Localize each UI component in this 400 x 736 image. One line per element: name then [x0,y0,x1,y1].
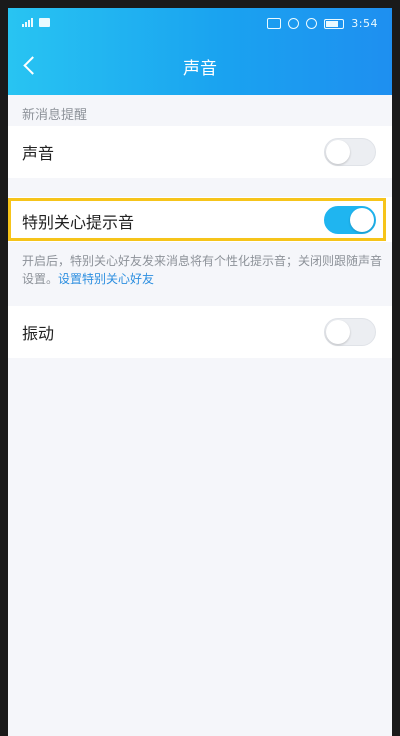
battery-icon [324,18,345,29]
toggle-knob [350,208,374,232]
toggle-knob [326,320,350,344]
status-bar: 3:54 [8,8,392,38]
row-vibrate-label: 振动 [22,324,55,343]
page-title: 声音 [183,59,217,79]
notification-icon [39,17,50,27]
alarm-icon [288,18,300,29]
vibrate-toggle[interactable] [324,318,376,346]
status-right: 3:54 [267,17,378,30]
row-special-care-label: 特别关心提示音 [22,213,135,232]
description-text: 开启后，特别关心好友发来消息将有个性化提示音；关闭则跟随声音设置。设置特别关心好… [22,252,382,288]
signal-icon [22,17,33,27]
row-sound-label: 声音 [22,144,55,163]
status-left [22,17,50,27]
mute-icon [306,18,318,29]
row-vibrate: 振动 [8,306,392,358]
toggle-knob [326,140,350,164]
sound-toggle[interactable] [324,138,376,166]
section-label: 新消息提醒 [22,108,88,123]
header-bar: 3:54 声音 [8,8,392,95]
vibrate-icon [267,18,282,29]
set-special-friends-link[interactable]: 设置特别关心好友 [58,272,154,286]
row-sound: 声音 [8,126,392,178]
phone-screen: 3:54 声音 新消息提醒 声音 特别关心提示音 开启后，特别关心好友发来消息将… [8,8,392,736]
row-special-care: 特别关心提示音 [8,197,392,242]
special-care-description: 开启后，特别关心好友发来消息将有个性化提示音；关闭则跟随声音设置。设置特别关心好… [8,248,392,304]
status-time: 3:54 [351,17,378,30]
special-care-toggle[interactable] [324,206,376,234]
